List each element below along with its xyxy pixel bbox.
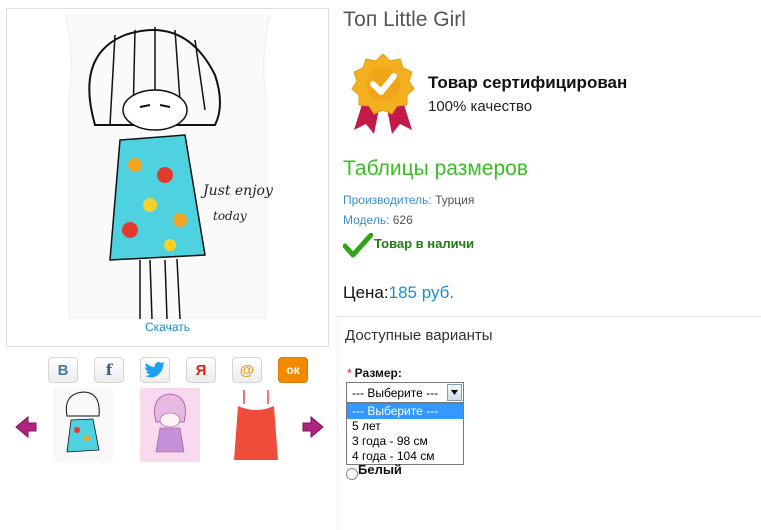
product-title: Топ Little Girl	[343, 8, 466, 31]
thumbnail-2[interactable]	[140, 388, 200, 462]
manufacturer-value: Турция	[435, 193, 475, 207]
price: Цена:185 руб.	[343, 283, 454, 303]
price-value: 185 руб.	[388, 283, 455, 302]
certificate-subtitle: 100% качество	[428, 98, 533, 115]
size-option[interactable]: 3 года - 98 см	[347, 434, 463, 449]
chevron-down-icon[interactable]	[447, 384, 462, 401]
size-label: * Размер:	[347, 366, 402, 380]
odnoklassniki-icon[interactable]: ок	[278, 357, 308, 383]
size-dropdown-list: --- Выберите --- 5 лет 3 года - 98 см 4 …	[346, 403, 464, 465]
vk-icon[interactable]: В	[48, 357, 78, 383]
thumbnail-3[interactable]	[226, 388, 286, 462]
download-link[interactable]: Скачать	[7, 320, 328, 334]
certificate-title: Товар сертифицирован	[428, 73, 628, 92]
manufacturer-row: Производитель: Турция	[343, 193, 474, 207]
required-mark: *	[347, 366, 352, 380]
product-main-image[interactable]: Just enjoy today Скачать	[6, 8, 329, 347]
model-value: 626	[392, 213, 413, 227]
yandex-icon[interactable]: Я	[186, 357, 216, 383]
size-option[interactable]: 5 лет	[347, 419, 463, 434]
thumbnail-1[interactable]	[53, 388, 113, 462]
color-radio[interactable]	[346, 468, 358, 480]
variants-heading: Доступные варианты	[345, 327, 493, 344]
color-option-label: Белый	[358, 462, 402, 477]
carousel-prev-arrow-icon[interactable]	[14, 415, 38, 439]
size-table-link[interactable]: Таблицы размеров	[343, 157, 528, 181]
price-label: Цена:	[343, 283, 389, 302]
size-option[interactable]: --- Выберите ---	[347, 404, 463, 419]
manufacturer-label[interactable]: Производитель:	[343, 193, 432, 207]
size-select[interactable]: --- Выберите ---	[346, 382, 464, 403]
checkmark-icon	[343, 233, 373, 258]
model-row: Модель: 626	[343, 213, 413, 227]
print-text-line-2: today	[213, 209, 247, 223]
certificate-badge-icon	[351, 54, 415, 134]
size-select-value: --- Выберите ---	[352, 386, 439, 400]
print-text-line-1: Just enjoy	[200, 183, 274, 199]
facebook-icon[interactable]: f	[94, 357, 124, 383]
carousel-next-arrow-icon[interactable]	[301, 415, 325, 439]
stock-status: Товар в наличи	[374, 236, 475, 251]
model-label: Модель:	[343, 213, 390, 227]
product-photo[interactable]: Just enjoy today	[55, 15, 280, 319]
twitter-icon[interactable]	[140, 357, 170, 383]
mailru-icon[interactable]: @	[232, 357, 262, 383]
